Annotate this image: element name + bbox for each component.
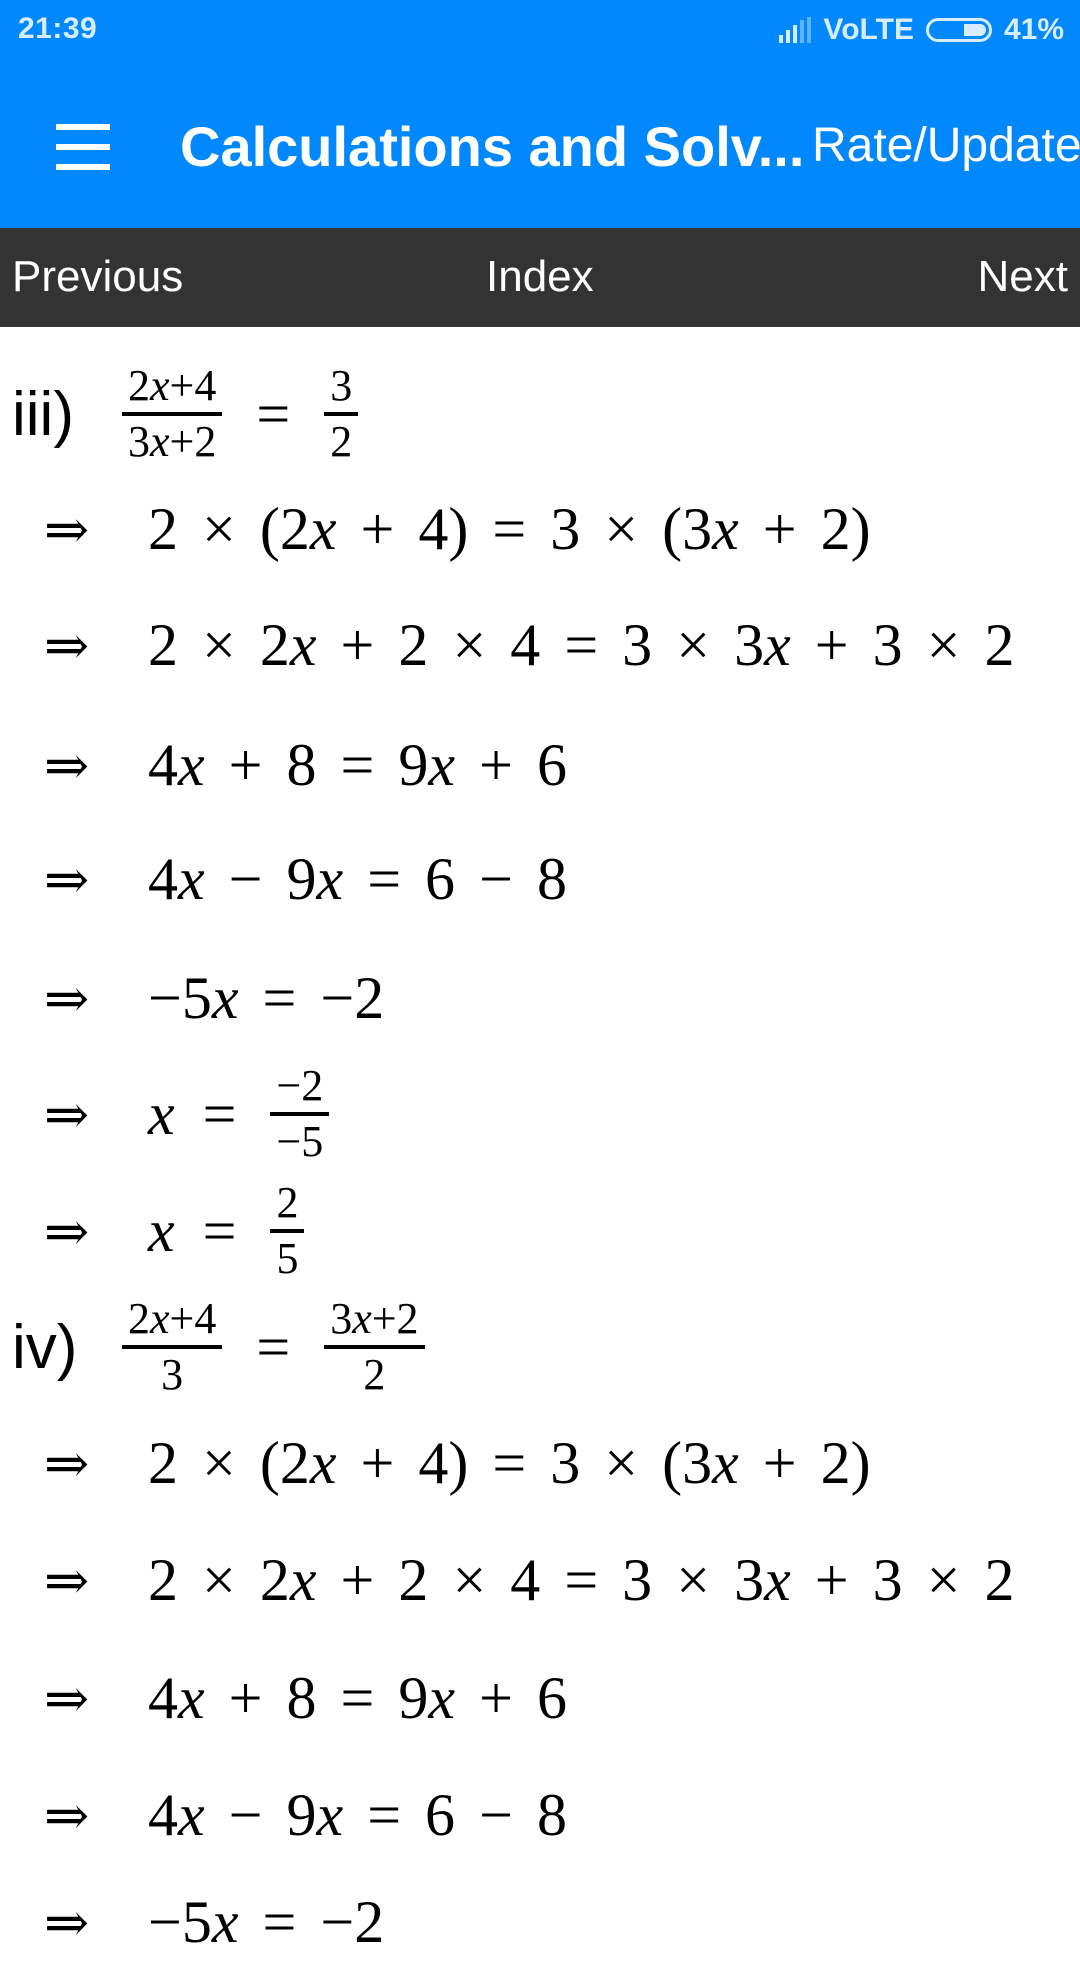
- implies-arrow-icon: ⇒: [44, 1082, 90, 1146]
- implies-arrow-icon: ⇒: [44, 497, 90, 561]
- previous-button[interactable]: Previous: [12, 252, 183, 302]
- result-fraction: 25: [270, 1177, 305, 1285]
- problem-label: iii): [12, 379, 74, 449]
- fraction-numerator: 3: [330, 361, 353, 410]
- implies-arrow-icon: ⇒: [44, 1199, 90, 1263]
- fraction-denominator: 2: [363, 1350, 386, 1399]
- rhs-fraction: 32: [324, 360, 359, 468]
- fraction-numerator: 2x+4: [128, 1294, 217, 1343]
- implies-arrow-icon: ⇒: [44, 1890, 90, 1954]
- status-time: 21:39: [18, 12, 98, 45]
- step-expression: −5x = −2: [148, 964, 385, 1031]
- rate-update-button[interactable]: Rate/Update: [812, 118, 1080, 173]
- implies-arrow-icon: ⇒: [44, 1548, 90, 1612]
- rhs-fraction: 3x+2 2: [324, 1293, 425, 1401]
- fraction-denominator: 3x+2: [128, 417, 217, 466]
- battery-icon: [925, 18, 992, 42]
- step-expression: 2 × (2x + 4) = 3 × (3x + 2): [148, 495, 871, 562]
- app-bar: Calculations and Solv... Rate/Update: [0, 70, 1080, 228]
- cell-signal-icon: [779, 17, 812, 43]
- result-fraction: −2 −5: [270, 1060, 330, 1168]
- equals-sign: =: [202, 1080, 237, 1147]
- problem-label: iv): [12, 1312, 78, 1382]
- implies-arrow-icon: ⇒: [44, 733, 90, 797]
- step-expression: −5x = −2: [148, 1888, 385, 1955]
- step-variable: x: [148, 1080, 175, 1147]
- step-expression: 4x + 8 = 9x + 6: [148, 1664, 567, 1731]
- implies-arrow-icon: ⇒: [44, 1783, 90, 1847]
- solution-step: ⇒ 4x − 9x = 6 − 8: [0, 1765, 567, 1865]
- solution-step: ⇒ 2 × 2x + 2 × 4 = 3 × 3x + 3 × 2: [0, 1530, 1015, 1630]
- problem-equation: iii) 2x+4 3x+2 = 3 2: [0, 354, 364, 474]
- lhs-fraction: 2x+4 3: [122, 1293, 223, 1401]
- implies-arrow-icon: ⇒: [44, 1666, 90, 1730]
- status-bar: 21:39 VoLTE 41%: [0, 0, 1080, 70]
- implies-arrow-icon: ⇒: [44, 613, 90, 677]
- step-variable: x: [148, 1197, 175, 1264]
- fraction-numerator: 3x+2: [330, 1294, 419, 1343]
- solution-step: ⇒ 2 × 2x + 2 × 4 = 3 × 3x + 3 × 2: [0, 595, 1015, 695]
- fraction-denominator: −5: [276, 1117, 324, 1166]
- solution-step: ⇒ x = 2 5: [0, 1171, 310, 1291]
- equals-sign: =: [256, 1313, 291, 1380]
- fraction-numerator: −2: [276, 1061, 324, 1110]
- fraction-denominator: 3: [161, 1350, 184, 1399]
- step-expression: 2 × 2x + 2 × 4 = 3 × 3x + 3 × 2: [148, 611, 1015, 678]
- solution-step: ⇒ 2 × (2x + 4) = 3 × (3x + 2): [0, 479, 871, 579]
- solution-content: iii) 2x+4 3x+2 = 3 2 ⇒ 2 × (2x + 4) = 3 × (3x +…: [0, 327, 1080, 1955]
- step-expression: 4x + 8 = 9x + 6: [148, 731, 567, 798]
- step-expression: 4x − 9x = 6 − 8: [148, 1781, 567, 1848]
- solution-step: ⇒ −5x = −2: [0, 1872, 384, 1972]
- equals-sign: =: [256, 380, 291, 447]
- nav-bar: Previous Index Next: [0, 228, 1080, 327]
- step-expression: 2 × (2x + 4) = 3 × (3x + 2): [148, 1429, 871, 1496]
- implies-arrow-icon: ⇒: [44, 966, 90, 1030]
- status-indicators: VoLTE 41%: [779, 12, 1064, 48]
- implies-arrow-icon: ⇒: [44, 847, 90, 911]
- battery-fill: [963, 24, 986, 36]
- solution-step: ⇒ −5x = −2: [0, 948, 384, 1048]
- solution-step: ⇒ 4x + 8 = 9x + 6: [0, 715, 567, 815]
- fraction-denominator: 5: [276, 1234, 299, 1283]
- app-title: Calculations and Solv...: [180, 115, 805, 178]
- fraction-numerator: 2x+4: [128, 361, 217, 410]
- fraction-denominator: 2: [330, 417, 353, 466]
- step-expression: 4x − 9x = 6 − 8: [148, 845, 567, 912]
- problem-equation: iv) 2x+4 3 = 3x+2 2: [0, 1287, 431, 1407]
- solution-step: ⇒ 4x + 8 = 9x + 6: [0, 1648, 567, 1748]
- solution-step: ⇒ 4x − 9x = 6 − 8: [0, 829, 567, 929]
- implies-arrow-icon: ⇒: [44, 1431, 90, 1495]
- fraction-numerator: 2: [276, 1178, 299, 1227]
- step-expression: 2 × 2x + 2 × 4 = 3 × 3x + 3 × 2: [148, 1546, 1015, 1613]
- equals-sign: =: [202, 1197, 237, 1264]
- solution-step: ⇒ 2 × (2x + 4) = 3 × (3x + 2): [0, 1413, 871, 1513]
- network-type: VoLTE: [823, 13, 914, 46]
- solution-step: ⇒ x = −2 −5: [0, 1054, 335, 1174]
- hamburger-menu-icon[interactable]: [52, 122, 114, 172]
- next-button[interactable]: Next: [978, 252, 1068, 302]
- battery-percent: 41%: [1003, 13, 1064, 46]
- index-button[interactable]: Index: [486, 252, 594, 302]
- lhs-fraction: 2x+4 3x+2: [122, 360, 223, 468]
